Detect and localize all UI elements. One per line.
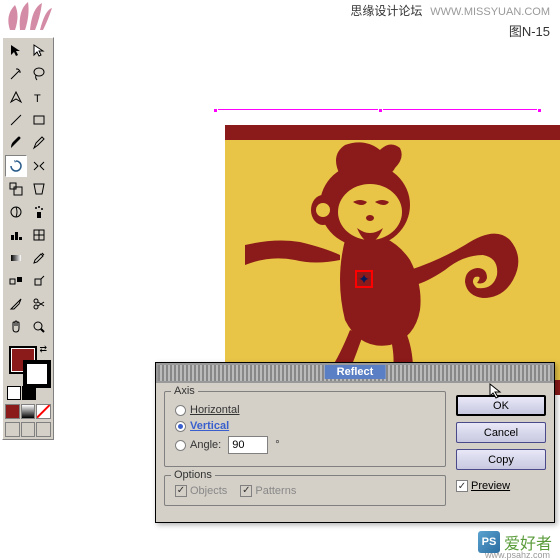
objects-checkbox	[175, 485, 187, 497]
horizontal-radio[interactable]	[175, 405, 186, 416]
scissors-tool[interactable]	[28, 293, 50, 315]
magic-wand-tool[interactable]	[5, 63, 27, 85]
mesh-tool[interactable]	[28, 224, 50, 246]
flower-decoration	[0, 0, 55, 35]
free-transform-tool[interactable]	[28, 178, 50, 200]
artwork-background: ✦	[225, 125, 560, 395]
page-watermark: 思缘设计论坛 WWW.MISSYUAN.COM 图N-15	[350, 2, 550, 40]
zoom-tool[interactable]	[28, 316, 50, 338]
selection-handle[interactable]	[213, 108, 218, 113]
angle-radio-row[interactable]: Angle: °	[175, 436, 435, 454]
rectangle-tool[interactable]	[28, 109, 50, 131]
vertical-label: Vertical	[190, 420, 229, 432]
warp-tool[interactable]	[5, 201, 27, 223]
monkey-artwork	[245, 130, 545, 380]
objects-label: Objects	[190, 485, 227, 497]
transform-anchor[interactable]: ✦	[355, 270, 373, 288]
dialog-title: Reflect	[325, 365, 386, 379]
mini-swatch-2[interactable]	[22, 386, 36, 400]
angle-input[interactable]	[228, 436, 268, 454]
figure-label: 图N-15	[350, 21, 550, 40]
copy-button[interactable]: Copy	[456, 449, 546, 470]
selection-handle[interactable]	[378, 108, 383, 113]
color-mode-btn[interactable]	[5, 404, 20, 419]
preview-option[interactable]: Preview	[456, 480, 546, 492]
selection-bounding-box	[215, 109, 540, 114]
scale-tool[interactable]	[5, 178, 27, 200]
line-tool[interactable]	[5, 109, 27, 131]
screen-mode-3[interactable]	[36, 422, 51, 437]
options-label: Options	[171, 469, 215, 481]
symbol-sprayer-tool[interactable]	[28, 201, 50, 223]
vertical-radio-row[interactable]: Vertical	[175, 420, 435, 432]
svg-text:T: T	[34, 93, 41, 105]
mini-swatch-1[interactable]	[7, 386, 21, 400]
site-url: WWW.MISSYUAN.COM	[430, 6, 550, 18]
blend-tool[interactable]	[5, 270, 27, 292]
ok-button[interactable]: OK	[456, 395, 546, 416]
live-paint-tool[interactable]	[28, 270, 50, 292]
reflect-dialog: Reflect Axis Horizontal Vertical Angle: …	[155, 362, 555, 523]
screen-mode-1[interactable]	[5, 422, 20, 437]
patterns-option: Patterns	[240, 485, 296, 497]
cancel-button[interactable]: Cancel	[456, 422, 546, 443]
screen-mode-2[interactable]	[21, 422, 36, 437]
hand-tool[interactable]	[5, 316, 27, 338]
color-swatches: ⇄	[5, 342, 51, 402]
horizontal-radio-row[interactable]: Horizontal	[175, 404, 435, 416]
direct-selection-tool[interactable]	[28, 40, 50, 62]
angle-label: Angle:	[190, 439, 221, 451]
vertical-radio[interactable]	[175, 421, 186, 432]
dialog-titlebar[interactable]: Reflect	[156, 363, 554, 383]
pencil-tool[interactable]	[28, 132, 50, 154]
type-tool[interactable]: T	[28, 86, 50, 108]
options-fieldset: Options Objects Patterns	[164, 475, 446, 506]
none-mode-btn[interactable]	[36, 404, 51, 419]
angle-unit: °	[275, 439, 279, 451]
selection-handle[interactable]	[537, 108, 542, 113]
artwork-inner: ✦	[225, 140, 560, 380]
rotate-tool[interactable]	[5, 155, 27, 177]
paintbrush-tool[interactable]	[5, 132, 27, 154]
patterns-checkbox	[240, 485, 252, 497]
graph-tool[interactable]	[5, 224, 27, 246]
slice-tool[interactable]	[5, 293, 27, 315]
selection-tool[interactable]	[5, 40, 27, 62]
objects-option: Objects	[175, 485, 227, 497]
gradient-tool[interactable]	[5, 247, 27, 269]
preview-checkbox[interactable]	[456, 480, 468, 492]
axis-label: Axis	[171, 385, 198, 397]
horizontal-label: Horizontal	[190, 404, 240, 416]
eyedropper-tool[interactable]	[28, 247, 50, 269]
preview-label: Preview	[471, 480, 510, 492]
patterns-label: Patterns	[255, 485, 296, 497]
tools-panel: T ⇄	[2, 37, 54, 440]
swap-colors-icon[interactable]: ⇄	[39, 344, 47, 355]
reflect-tool[interactable]	[28, 155, 50, 177]
lasso-tool[interactable]	[28, 63, 50, 85]
site-title: 思缘设计论坛	[350, 4, 422, 18]
ps-url: www.psahz.com	[485, 550, 550, 560]
stroke-color-swatch[interactable]	[23, 360, 51, 388]
pen-tool[interactable]	[5, 86, 27, 108]
axis-fieldset: Axis Horizontal Vertical Angle: °	[164, 391, 446, 467]
angle-radio[interactable]	[175, 440, 186, 451]
gradient-mode-btn[interactable]	[21, 404, 36, 419]
